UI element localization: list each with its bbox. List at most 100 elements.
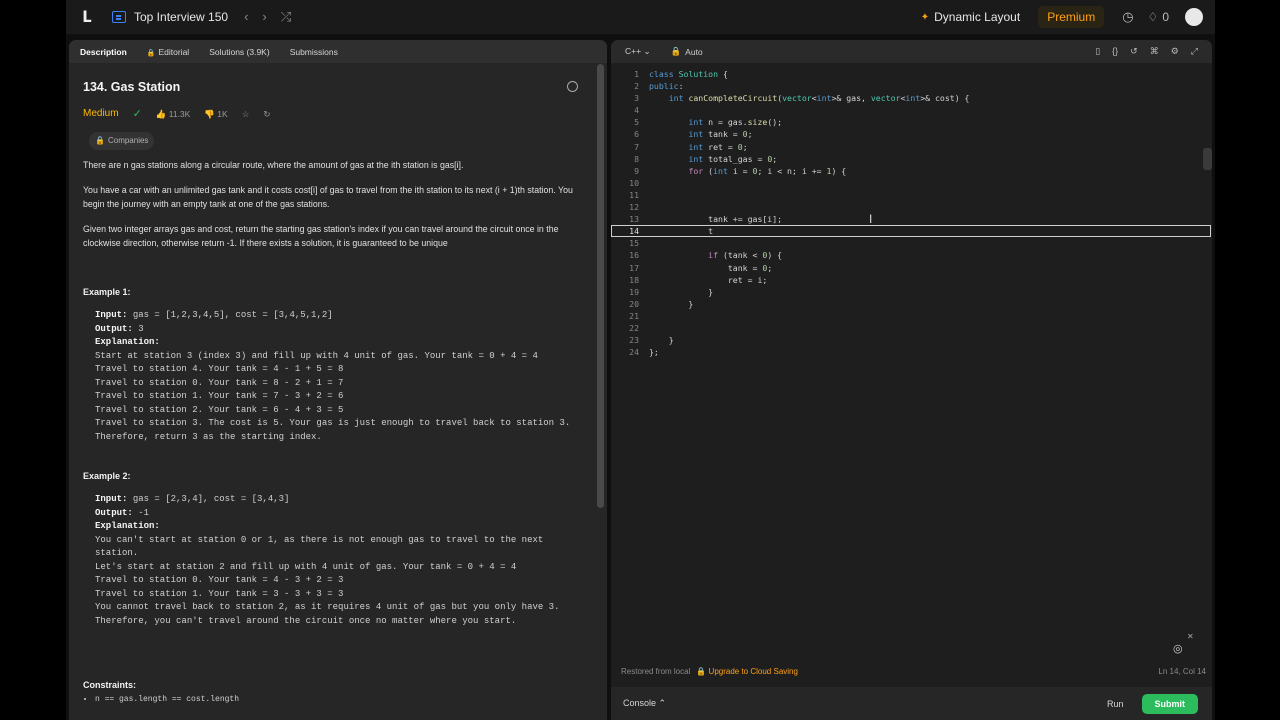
code-text[interactable]: for (int i = 0; i < n; i += 1) {	[649, 165, 846, 177]
problem-list-icon[interactable]	[112, 11, 126, 23]
code-line[interactable]: 14 t	[611, 225, 1211, 238]
tab-submissions[interactable]: Submissions	[290, 47, 338, 57]
code-text[interactable]: int tank = 0;	[649, 128, 752, 140]
star-icon[interactable]: ☆	[242, 107, 250, 121]
upgrade-link[interactable]: 🔒 Upgrade to Cloud Saving	[696, 667, 798, 676]
code-line[interactable]: 20 }	[611, 298, 1211, 310]
code-line[interactable]: 9 for (int i = 0; i < n; i += 1) {	[611, 165, 1211, 177]
code-line[interactable]: 11	[611, 189, 1211, 201]
notes-icon[interactable]	[567, 81, 578, 92]
format-braces-icon[interactable]: {}	[1112, 46, 1118, 57]
code-text[interactable]: tank += gas[i];	[649, 213, 782, 225]
close-icon[interactable]: ✕	[1187, 632, 1194, 641]
shortcut-icon[interactable]: ⌘	[1150, 46, 1159, 57]
line-number: 11	[629, 189, 639, 200]
code-line[interactable]: 16 if (tank < 0) {	[611, 249, 1211, 261]
leetcode-logo-icon[interactable]: ᒪ	[78, 8, 96, 26]
code-editor[interactable]: 1 class Solution {2 public: 3 int canComple…	[611, 68, 1211, 358]
code-text[interactable]: }	[649, 334, 674, 346]
leetcode-app: ᒪ Top Interview 150 ‹ › ⤮ ✦ Dynamic Layo…	[66, 0, 1215, 720]
code-text[interactable]: }	[649, 298, 693, 310]
line-number: 23	[629, 335, 639, 346]
code-line[interactable]: 19 }	[611, 286, 1211, 298]
code-text[interactable]: };	[649, 346, 659, 358]
text-cursor-icon: I	[869, 212, 873, 226]
constraints-heading: Constraints:	[83, 680, 137, 690]
tab-editorial[interactable]: 🔒 Editorial	[147, 47, 189, 57]
code-text[interactable]: }	[649, 286, 713, 298]
code-line[interactable]: 8 int total_gas = 0;	[611, 153, 1211, 165]
code-text[interactable]: int canCompleteCircuit(vector<int>& gas,…	[649, 92, 970, 104]
code-text[interactable]: ret = i;	[649, 274, 767, 286]
code-text[interactable]: int n = gas.size();	[649, 116, 782, 128]
bookmark-icon[interactable]: ▯	[1095, 46, 1100, 57]
code-line[interactable]: 18 ret = i;	[611, 274, 1211, 286]
code-text[interactable]: int ret = 0;	[649, 141, 747, 153]
dislike-button[interactable]: 👎 1K	[204, 107, 227, 121]
line-number: 1	[634, 69, 639, 79]
code-line[interactable]: 23 }	[611, 334, 1211, 346]
line-number: 12	[629, 202, 639, 213]
code-line[interactable]: 12	[611, 201, 1211, 213]
code-line[interactable]: 3 int canCompleteCircuit(vector<int>& ga…	[611, 92, 1211, 104]
line-number: 15	[629, 238, 639, 249]
top-nav: ᒪ Top Interview 150 ‹ › ⤮ ✦ Dynamic Layo…	[66, 0, 1215, 34]
code-text[interactable]: public:	[649, 80, 684, 92]
code-text[interactable]: t	[649, 225, 713, 237]
code-text[interactable]: tank = 0;	[649, 262, 772, 274]
like-button[interactable]: 👍 11.3K	[156, 107, 191, 121]
description-scrollbar[interactable]	[597, 64, 604, 508]
streak-counter[interactable]: ♢ 0	[1148, 10, 1169, 24]
premium-button[interactable]: Premium	[1038, 6, 1105, 28]
code-line[interactable]: 10	[611, 177, 1211, 189]
code-line[interactable]: 7 int ret = 0;	[611, 141, 1211, 153]
auto-mode[interactable]: Auto	[685, 47, 703, 57]
dynamic-layout-button[interactable]: ✦ Dynamic Layout	[921, 10, 1020, 24]
share-icon[interactable]: ↻	[263, 107, 270, 121]
code-line[interactable]: 2 public:	[611, 80, 1211, 92]
code-line[interactable]: 5 int n = gas.size();	[611, 116, 1211, 128]
avatar[interactable]	[1185, 8, 1203, 26]
solved-check-icon: ✓	[132, 108, 142, 120]
run-button[interactable]: Run	[1107, 699, 1124, 709]
console-button[interactable]: Console ⌃	[623, 698, 666, 709]
editor-panel: C++ ⌄ 🔒 Auto ▯ {} ↺ ⌘ ⚙ ⤢ 1 class Solutio…	[611, 40, 1212, 720]
reset-icon[interactable]: ↺	[1130, 46, 1138, 57]
code-text[interactable]: int total_gas = 0;	[649, 153, 777, 165]
page-title[interactable]: 134. Gas Station	[83, 80, 180, 94]
chevron-down-icon: ⌄	[643, 46, 651, 56]
submit-button[interactable]: Submit	[1141, 693, 1198, 714]
gear-icon[interactable]: ⚙	[1171, 46, 1179, 57]
line-number: 18	[629, 274, 639, 285]
editor-side-tab[interactable]	[1203, 148, 1212, 170]
code-line[interactable]: 21	[611, 310, 1211, 322]
expand-icon[interactable]: ⤢	[1191, 46, 1198, 57]
code-line[interactable]: 22	[611, 322, 1211, 334]
code-line[interactable]: 6 int tank = 0;	[611, 128, 1211, 140]
code-line[interactable]: 24};	[611, 346, 1211, 358]
code-text[interactable]: if (tank < 0) {	[649, 249, 782, 261]
code-line[interactable]: 13 tank += gas[i];	[611, 213, 1211, 225]
code-line[interactable]: 1 class Solution {	[611, 68, 1211, 80]
chat-icon[interactable]: ◎	[1173, 642, 1183, 655]
description-paragraph-3: Given two integer arrays gas and cost, r…	[83, 224, 559, 248]
code-line[interactable]: 4	[611, 104, 1211, 116]
code-line[interactable]: 15	[611, 237, 1211, 249]
timer-icon[interactable]: ◷	[1122, 9, 1133, 25]
problem-list-title[interactable]: Top Interview 150	[134, 10, 228, 24]
shuffle-icon[interactable]: ⤮	[281, 9, 291, 25]
tab-solutions[interactable]: Solutions (3.9K)	[209, 47, 269, 57]
tab-description[interactable]: Description	[80, 47, 127, 57]
difficulty-badge: Medium	[83, 108, 119, 119]
line-number: 7	[634, 141, 639, 152]
companies-tag[interactable]: 🔒 Companies	[89, 132, 155, 150]
next-problem-icon[interactable]: ›	[262, 9, 266, 25]
restored-status: Restored from local	[621, 666, 691, 676]
prev-problem-icon[interactable]: ‹	[244, 9, 248, 25]
line-number: 8	[634, 153, 639, 164]
line-number: 3	[634, 93, 639, 104]
language-select[interactable]: C++ ⌄	[625, 46, 651, 57]
code-text[interactable]: class Solution {	[649, 68, 728, 80]
line-number: 2	[634, 81, 639, 92]
code-line[interactable]: 17 tank = 0;	[611, 262, 1211, 274]
